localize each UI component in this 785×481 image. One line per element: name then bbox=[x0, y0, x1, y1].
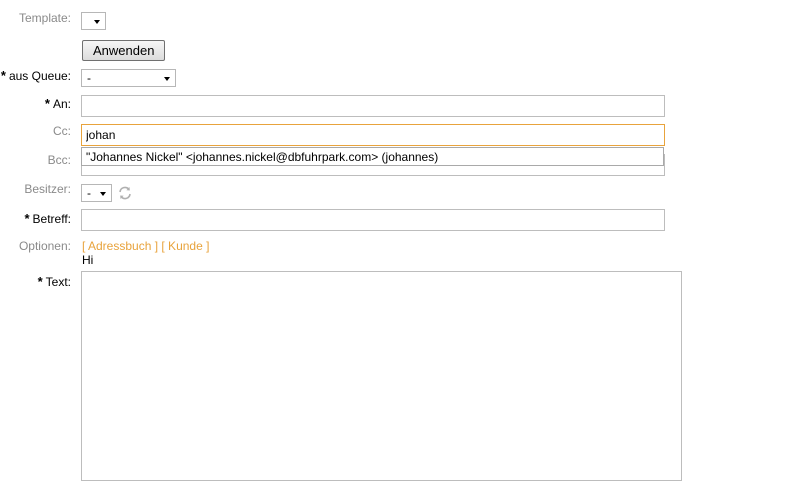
queue-label: * aus Queue: bbox=[0, 68, 71, 83]
owner-label: Besitzer: bbox=[24, 182, 71, 196]
subject-label: * Betreff: bbox=[24, 211, 71, 226]
options-label: Optionen: bbox=[18, 239, 71, 253]
subject-field[interactable] bbox=[81, 209, 665, 231]
chevron-down-icon bbox=[94, 20, 100, 24]
required-marker: * bbox=[24, 211, 30, 226]
bcc-label: Bcc: bbox=[47, 153, 71, 167]
to-label: * An: bbox=[44, 96, 71, 111]
required-marker: * bbox=[0, 68, 6, 83]
cc-label: Cc: bbox=[53, 124, 71, 138]
text-label: * Text: bbox=[37, 274, 71, 289]
queue-select[interactable]: - bbox=[81, 69, 176, 87]
text-area[interactable] bbox=[81, 271, 682, 481]
address-book-link[interactable]: [ Adressbuch ] bbox=[82, 239, 158, 253]
customer-link[interactable]: [ Kunde ] bbox=[161, 239, 209, 253]
required-marker: * bbox=[37, 274, 43, 289]
chevron-down-icon bbox=[164, 77, 170, 81]
to-field[interactable] bbox=[81, 95, 665, 117]
owner-select[interactable]: - bbox=[81, 184, 112, 202]
template-label: Template: bbox=[18, 11, 71, 25]
cc-field[interactable] bbox=[81, 124, 665, 146]
owner-select-value: - bbox=[87, 186, 91, 200]
refresh-icon[interactable] bbox=[117, 185, 133, 204]
chevron-down-icon bbox=[100, 192, 106, 196]
autocomplete-suggestion[interactable]: "Johannes Nickel" <johannes.nickel@dbfuh… bbox=[81, 147, 664, 166]
body-preview-text: Hi bbox=[82, 253, 94, 267]
required-marker: * bbox=[44, 96, 50, 111]
options-links: [ Adressbuch ] [ Kunde ] bbox=[82, 239, 209, 253]
apply-button[interactable]: Anwenden bbox=[82, 40, 166, 61]
queue-select-value: - bbox=[87, 71, 91, 85]
template-select[interactable] bbox=[81, 12, 106, 30]
